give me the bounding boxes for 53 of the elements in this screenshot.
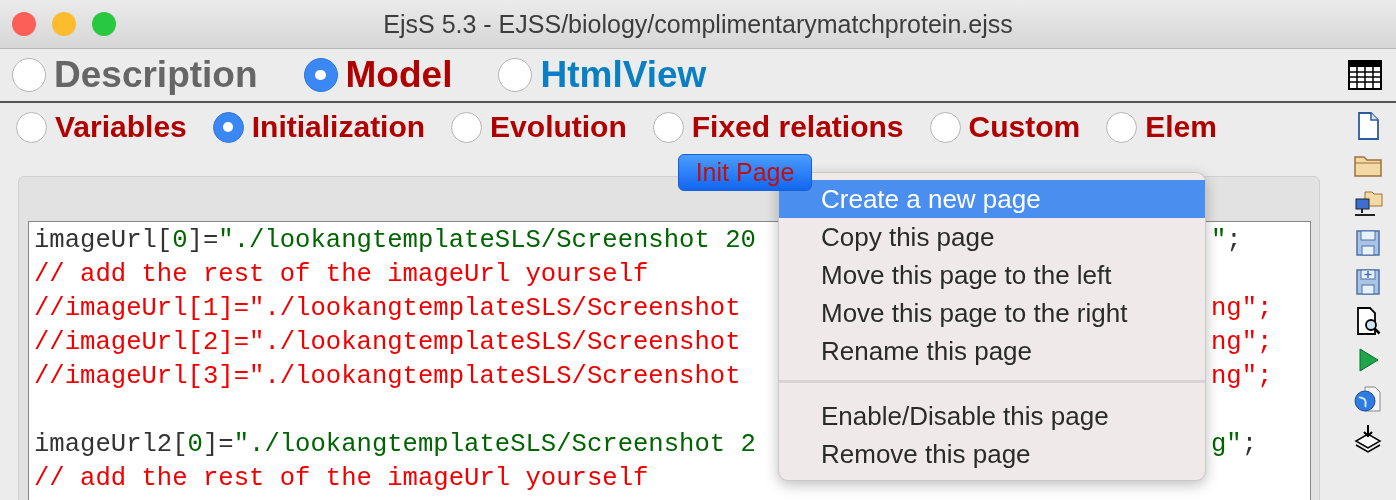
radio-button[interactable] xyxy=(652,111,684,143)
window-title: EjsS 5.3 - EJSS/biology/complimentarymatchprotein.ejss xyxy=(382,9,1014,39)
code-text: "./lookangtemplateSLS/Screenshot 20 xyxy=(218,226,756,255)
code-text: 0 xyxy=(187,430,203,459)
view-tab[interactable]: HtmlView xyxy=(540,54,707,96)
menu-item[interactable]: Enable/Disable this page xyxy=(779,397,1205,435)
radio-button[interactable] xyxy=(212,111,244,143)
code-text: imageUrl[ xyxy=(34,226,173,255)
menu-item[interactable]: Remove this page xyxy=(779,435,1205,473)
menu-item[interactable]: Rename this page xyxy=(779,332,1205,370)
radio-button[interactable] xyxy=(498,58,533,92)
code-text: imageUrl2[ xyxy=(34,430,188,459)
code-text: //imageUrl[1]="./lookangtemplateSLS/Screenshot xyxy=(34,294,741,323)
table-icon[interactable] xyxy=(1348,60,1382,90)
code-text: ]= xyxy=(202,430,234,459)
menu-item[interactable]: Move this page to the left xyxy=(779,256,1205,294)
section-tab[interactable]: Initialization xyxy=(251,110,426,144)
code-text: ; xyxy=(1241,430,1258,459)
section-tab[interactable]: Custom xyxy=(968,110,1081,144)
code-text: 0 xyxy=(172,226,188,255)
code-text: ng"; xyxy=(1211,294,1273,323)
section-tab[interactable]: Fixed relations xyxy=(691,110,904,144)
radio-button[interactable] xyxy=(16,111,47,143)
code-text: // add the rest of the imageUrl yourself xyxy=(34,260,649,289)
zoom-button[interactable] xyxy=(92,12,116,36)
code-text: //imageUrl[2]="./lookangtemplateSLS/Screenshot xyxy=(34,328,741,357)
network-folder-icon[interactable] xyxy=(1353,189,1383,219)
section-tab[interactable]: Variables xyxy=(55,110,187,144)
code-text: // add the rest of the imageUrl yourself xyxy=(34,464,649,493)
radio-button[interactable] xyxy=(451,111,483,143)
radio-button[interactable] xyxy=(929,111,961,143)
section-tab[interactable]: Elem xyxy=(1145,110,1217,144)
floppy-plus-icon[interactable] xyxy=(1353,267,1383,297)
section-tab[interactable]: Evolution xyxy=(490,110,627,144)
code-text: ng"; xyxy=(1211,328,1273,357)
radio-button[interactable] xyxy=(1106,111,1138,143)
radio-button[interactable] xyxy=(303,58,338,92)
code-text: "./lookangtemplateSLS/Screenshot 2 xyxy=(233,430,756,459)
radio-button[interactable] xyxy=(12,58,46,92)
menu-item[interactable]: Move this page to the right xyxy=(779,294,1205,332)
globe-icon[interactable] xyxy=(1353,384,1383,414)
code-text: ng"; xyxy=(1211,362,1273,391)
close-button[interactable] xyxy=(12,12,36,36)
code-text: " xyxy=(1211,226,1227,255)
view-tab[interactable]: Model xyxy=(345,54,453,96)
stack-icon[interactable] xyxy=(1353,423,1383,453)
code-text: g" xyxy=(1211,430,1242,459)
code-text: //imageUrl[3]="./lookangtemplateSLS/Screenshot xyxy=(34,362,741,391)
code-text: ; xyxy=(1226,226,1242,255)
menu-item[interactable]: Create a new page xyxy=(779,180,1205,218)
view-tab[interactable]: Description xyxy=(54,54,258,96)
code-text: ]= xyxy=(187,226,219,255)
menu-item[interactable]: Copy this page xyxy=(779,218,1205,256)
